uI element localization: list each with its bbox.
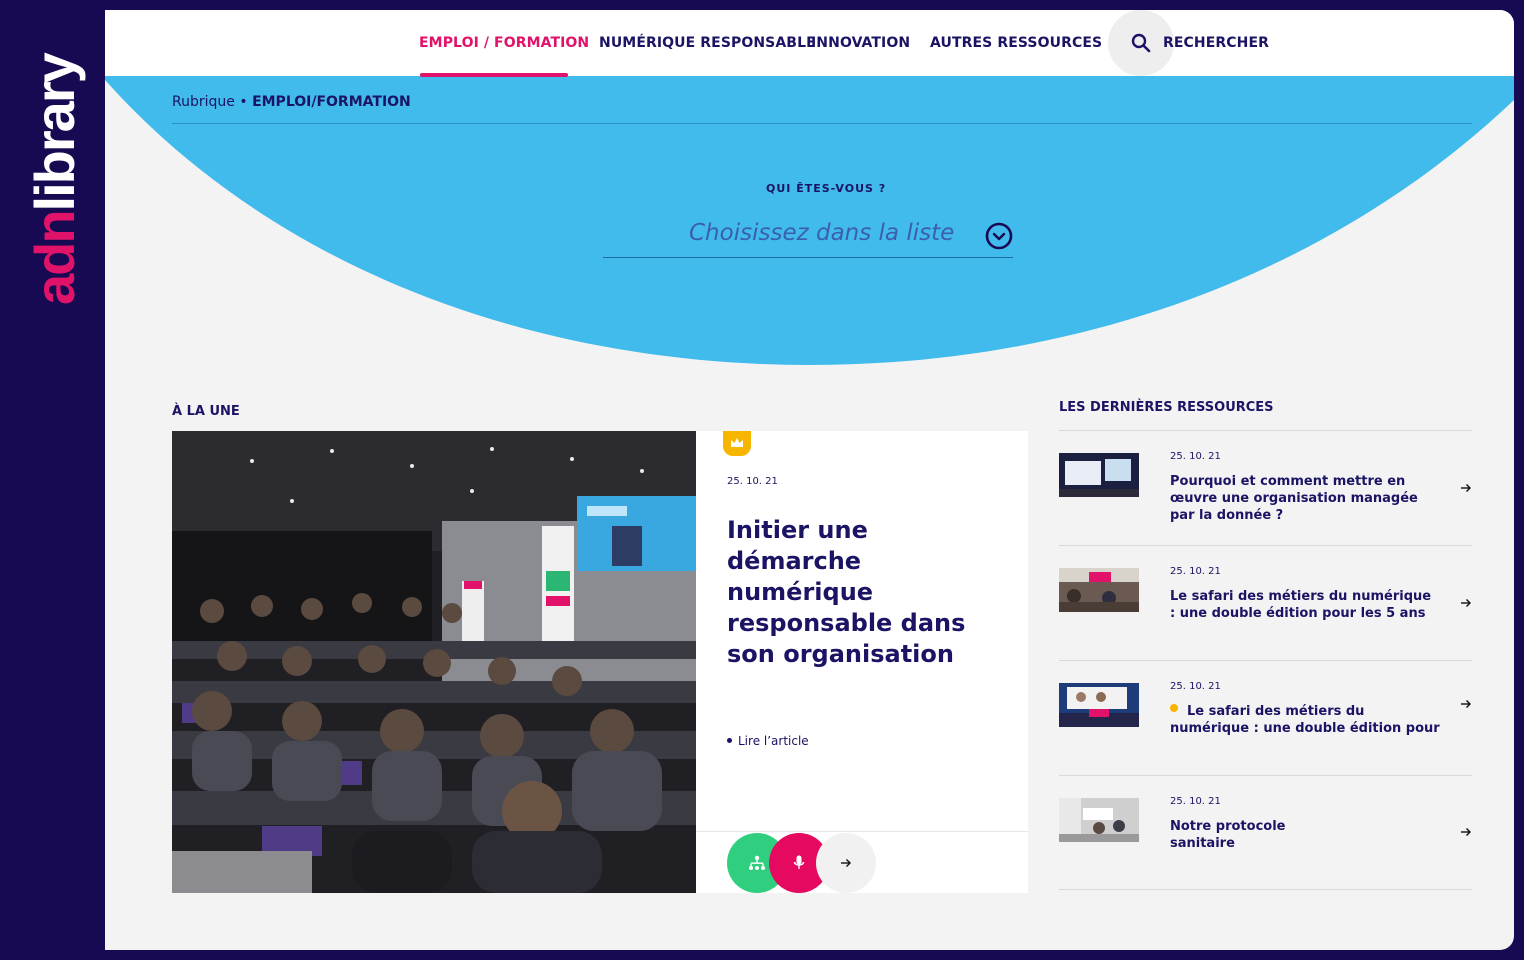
resource-date: 25. 10. 21 [1170, 451, 1221, 462]
nav-emploi-formation[interactable]: EMPLOI / FORMATION [419, 35, 589, 51]
breadcrumb: Rubrique • EMPLOI/FORMATION [172, 94, 411, 110]
arrow-right-icon[interactable] [1460, 699, 1472, 709]
resource-title[interactable]: Le safari des métiers du numérique : une… [1170, 588, 1440, 622]
arrow-right-icon [841, 859, 851, 867]
resource-item[interactable]: 25. 10. 21 Pourquoi et comment mettre en… [1059, 430, 1472, 545]
search-icon [1131, 33, 1151, 53]
main-content: EMPLOI / FORMATION NUMÉRIQUE RESPONSABLE… [105, 10, 1514, 950]
arrow-right-icon[interactable] [1460, 827, 1472, 837]
resource-title[interactable]: Pourquoi et comment mettre en œuvre une … [1170, 473, 1440, 524]
arrow-right-icon[interactable] [1460, 598, 1472, 608]
sitemap-icon [749, 855, 765, 870]
app-frame: adnlibrary EMPLOI / FORMATION NUMÉRIQUE … [0, 0, 1524, 960]
resource-date: 25. 10. 21 [1170, 796, 1221, 807]
featured-date: 25. 10. 21 [727, 476, 778, 487]
nav-innovation[interactable]: INNOVATION [811, 35, 910, 51]
resource-title[interactable]: Notre protocole sanitaire [1170, 818, 1300, 852]
resource-thumbnail [1059, 683, 1139, 727]
arrow-right-icon[interactable] [1460, 483, 1472, 493]
breadcrumb-divider [172, 123, 1472, 124]
profile-select[interactable]: Choisissez dans la liste [603, 213, 1013, 258]
read-article-link[interactable]: Lire l’article [727, 734, 809, 748]
brand-logo[interactable]: adnlibrary [0, 0, 105, 340]
featured-section-title: À LA UNE [172, 404, 240, 419]
resource-thumbnail [1059, 568, 1139, 612]
featured-image[interactable] [172, 431, 696, 893]
svg-text:adnlibrary: adnlibrary [23, 52, 86, 305]
filter-label: QUI ÊTES-VOUS ? [766, 182, 887, 195]
resource-item[interactable]: 25. 10. 21 Le safari des métiers du numé… [1059, 660, 1472, 775]
featured-title[interactable]: Initier une démarche numérique responsab… [727, 515, 1007, 670]
latest-section-title: LES DERNIÈRES RESSOURCES [1059, 400, 1274, 415]
latest-resources-list: 25. 10. 21 Pourquoi et comment mettre en… [1059, 430, 1472, 890]
select-placeholder: Choisissez dans la liste [689, 220, 955, 246]
crown-icon [731, 438, 743, 447]
open-article-button[interactable] [816, 833, 876, 893]
status-dot [1170, 704, 1178, 712]
resource-item[interactable]: 25. 10. 21 Notre protocole sanitaire [1059, 775, 1472, 890]
nav-active-underline [420, 73, 568, 77]
breadcrumb-root[interactable]: Rubrique [172, 94, 235, 110]
resource-thumbnail [1059, 453, 1139, 497]
resource-date: 25. 10. 21 [1170, 566, 1221, 577]
nav-autres-ressources[interactable]: AUTRES RESSOURCES [930, 35, 1102, 51]
featured-badge [723, 431, 751, 456]
resource-date: 25. 10. 21 [1170, 681, 1221, 692]
top-nav: EMPLOI / FORMATION NUMÉRIQUE RESPONSABLE… [105, 10, 1514, 77]
sidebar: adnlibrary [0, 0, 105, 960]
search-label[interactable]: RECHERCHER [1163, 35, 1269, 51]
resource-title-text: Le safari des métiers du numérique : une… [1170, 704, 1440, 736]
breadcrumb-separator: • [239, 94, 248, 110]
nav-numerique-responsable[interactable]: NUMÉRIQUE RESPONSABLE [599, 35, 816, 51]
card-divider [696, 831, 1028, 832]
resource-item[interactable]: 25. 10. 21 Le safari des métiers du numé… [1059, 545, 1472, 660]
breadcrumb-current: EMPLOI/FORMATION [252, 94, 411, 110]
resource-thumbnail [1059, 798, 1139, 842]
featured-card[interactable]: 25. 10. 21 Initier une démarche numériqu… [696, 431, 1028, 893]
microphone-icon [793, 855, 805, 869]
resource-title[interactable]: Le safari des métiers du numérique : une… [1170, 703, 1440, 737]
chevron-down-circle-icon [985, 222, 1013, 250]
